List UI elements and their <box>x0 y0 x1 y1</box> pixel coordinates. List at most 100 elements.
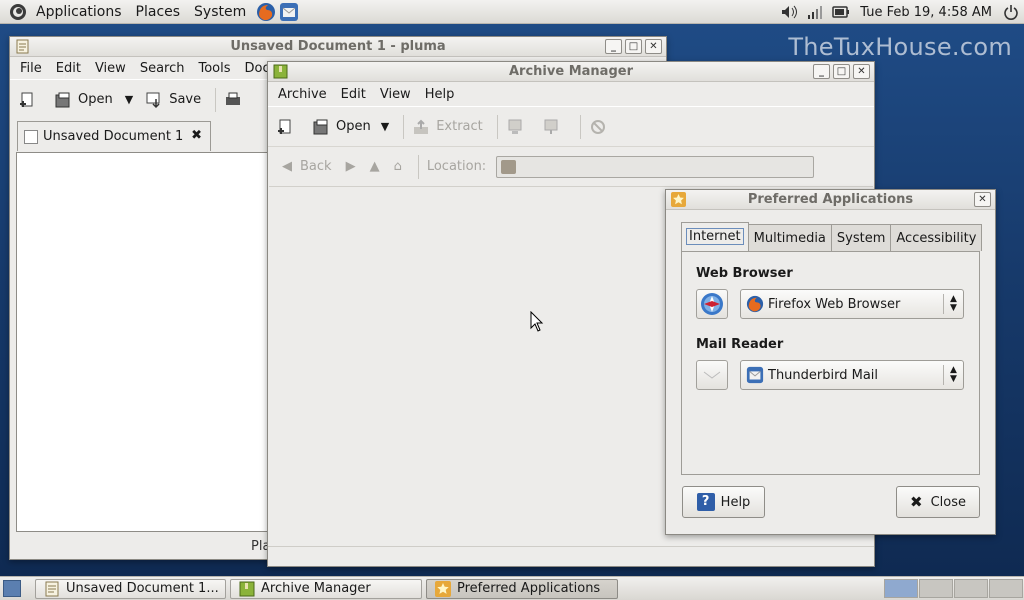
thunderbird-icon <box>746 366 764 384</box>
workspace-2[interactable] <box>919 579 953 598</box>
mouse-cursor-icon <box>530 311 544 332</box>
toolbar-separator <box>403 114 405 139</box>
minimize-button[interactable]: _ <box>813 64 830 79</box>
back-label: Back <box>300 159 332 174</box>
chevron-down-icon[interactable]: ▼ <box>125 93 133 106</box>
workspace-switcher <box>883 579 1023 598</box>
stop-button[interactable] <box>589 118 613 136</box>
tab-system-label: System <box>836 231 886 246</box>
add-folder-button[interactable] <box>542 118 566 136</box>
chevron-down-icon[interactable]: ▼ <box>381 120 389 133</box>
menu-help[interactable]: Help <box>418 87 462 102</box>
menu-file[interactable]: File <box>13 61 49 76</box>
task-prefs-label: Preferred Applications <box>457 581 601 596</box>
new-document-button[interactable] <box>18 91 42 109</box>
extract-label: Extract <box>436 119 483 134</box>
menu-search[interactable]: Search <box>133 61 192 76</box>
clock[interactable]: Tue Feb 19, 4:58 AM <box>854 5 998 20</box>
archive-icon <box>239 581 255 597</box>
pluma-titlebar[interactable]: Unsaved Document 1 - pluma _ □ ✕ <box>10 37 666 57</box>
extract-button[interactable]: Extract <box>412 118 483 136</box>
tab-internet-label: Internet <box>686 228 744 245</box>
task-archive-manager[interactable]: Archive Manager <box>230 579 422 599</box>
mail-reader-select[interactable]: Thunderbird Mail ▲ ▼ <box>740 360 964 390</box>
text-editor-area[interactable] <box>16 152 278 532</box>
menu-edit[interactable]: Edit <box>334 87 373 102</box>
open-label: Open <box>78 92 113 107</box>
maximize-button[interactable]: □ <box>625 39 642 54</box>
toolbar-separator <box>417 154 419 179</box>
help-button[interactable]: ? Help <box>682 486 765 518</box>
tab-internet[interactable]: Internet <box>681 222 749 251</box>
envelope-icon <box>703 371 721 379</box>
extract-icon <box>414 119 429 134</box>
watermark: TheTuxHouse.com <box>788 33 1012 61</box>
task-preferred-applications[interactable]: Preferred Applications <box>426 579 618 599</box>
workspace-4[interactable] <box>989 579 1023 598</box>
system-menu[interactable]: System <box>187 0 253 24</box>
menu-archive[interactable]: Archive <box>271 87 334 102</box>
menu-tools[interactable]: Tools <box>191 61 237 76</box>
close-dialog-button[interactable]: ✖ Close <box>896 486 980 518</box>
web-browser-select[interactable]: Firefox Web Browser ▲ ▼ <box>740 289 964 319</box>
mail-reader-selected: Thunderbird Mail <box>768 367 879 383</box>
document-tab[interactable]: Unsaved Document 1 ✖ <box>17 121 211 151</box>
save-button[interactable]: Save <box>145 91 201 109</box>
network-signal-icon[interactable] <box>806 4 824 20</box>
save-icon <box>146 92 160 108</box>
print-button[interactable] <box>224 91 248 109</box>
add-files-button[interactable] <box>506 118 530 136</box>
home-button[interactable]: ⌂ <box>394 159 402 174</box>
thunderbird-icon[interactable] <box>279 2 299 22</box>
prefs-titlebar[interactable]: Preferred Applications ✕ <box>666 190 995 210</box>
text-editor-icon <box>45 581 59 597</box>
places-menu[interactable]: Places <box>129 0 188 24</box>
firefox-icon[interactable] <box>256 2 276 22</box>
battery-icon[interactable] <box>832 4 850 20</box>
close-button[interactable]: ✕ <box>974 192 991 207</box>
tab-system[interactable]: System <box>830 224 892 251</box>
volume-icon[interactable] <box>780 4 798 20</box>
bottom-panel: Unsaved Document 1... Archive Manager Pr… <box>0 576 1024 600</box>
mate-logo-icon[interactable] <box>9 3 27 21</box>
show-desktop-icon[interactable] <box>3 580 21 597</box>
archive-titlebar[interactable]: Archive Manager _ □ ✕ <box>268 62 874 82</box>
archive-toolbar: Open ▼ Extract <box>268 106 874 146</box>
menu-view[interactable]: View <box>88 61 133 76</box>
archive-statusbar <box>268 546 874 566</box>
compass-icon <box>701 293 723 315</box>
workspace-3[interactable] <box>954 579 988 598</box>
maximize-button[interactable]: □ <box>833 64 850 79</box>
menu-view[interactable]: View <box>373 87 418 102</box>
new-document-icon <box>20 92 33 107</box>
applications-menu[interactable]: Applications <box>29 0 129 24</box>
stop-icon <box>590 119 605 134</box>
pluma-title: Unsaved Document 1 - pluma <box>230 39 446 54</box>
menu-edit[interactable]: Edit <box>49 61 88 76</box>
minimize-button[interactable]: _ <box>605 39 622 54</box>
star-icon <box>671 192 686 207</box>
close-tab-icon[interactable]: ✖ <box>191 128 202 143</box>
preferred-applications-dialog[interactable]: Preferred Applications ✕ Internet Multim… <box>665 189 996 535</box>
new-archive-button[interactable] <box>276 118 300 136</box>
tab-accessibility[interactable]: Accessibility <box>890 224 983 251</box>
task-pluma[interactable]: Unsaved Document 1... <box>35 579 226 599</box>
open-button[interactable]: Open ▼ <box>54 91 133 109</box>
web-browser-icon-button[interactable] <box>696 289 728 319</box>
close-button[interactable]: ✕ <box>853 64 870 79</box>
tab-multimedia[interactable]: Multimedia <box>747 224 832 251</box>
open-archive-button[interactable]: Open ▼ <box>312 118 389 136</box>
power-icon[interactable] <box>1002 4 1020 20</box>
mail-reader-icon-button[interactable] <box>696 360 728 390</box>
forward-arrow-icon: ▶ <box>345 159 356 174</box>
updown-arrows-icon: ▲ ▼ <box>943 365 963 385</box>
forward-button[interactable]: ▶ <box>346 159 356 174</box>
task-pluma-label: Unsaved Document 1... <box>66 581 219 596</box>
location-field[interactable] <box>496 155 815 178</box>
close-button[interactable]: ✕ <box>645 39 662 54</box>
up-button[interactable]: ▲ <box>370 159 380 174</box>
workspace-1[interactable] <box>884 579 918 598</box>
close-x-icon: ✖ <box>910 493 923 511</box>
document-tab-label: Unsaved Document 1 <box>43 129 184 144</box>
back-button[interactable]: ◀ Back <box>282 159 332 174</box>
